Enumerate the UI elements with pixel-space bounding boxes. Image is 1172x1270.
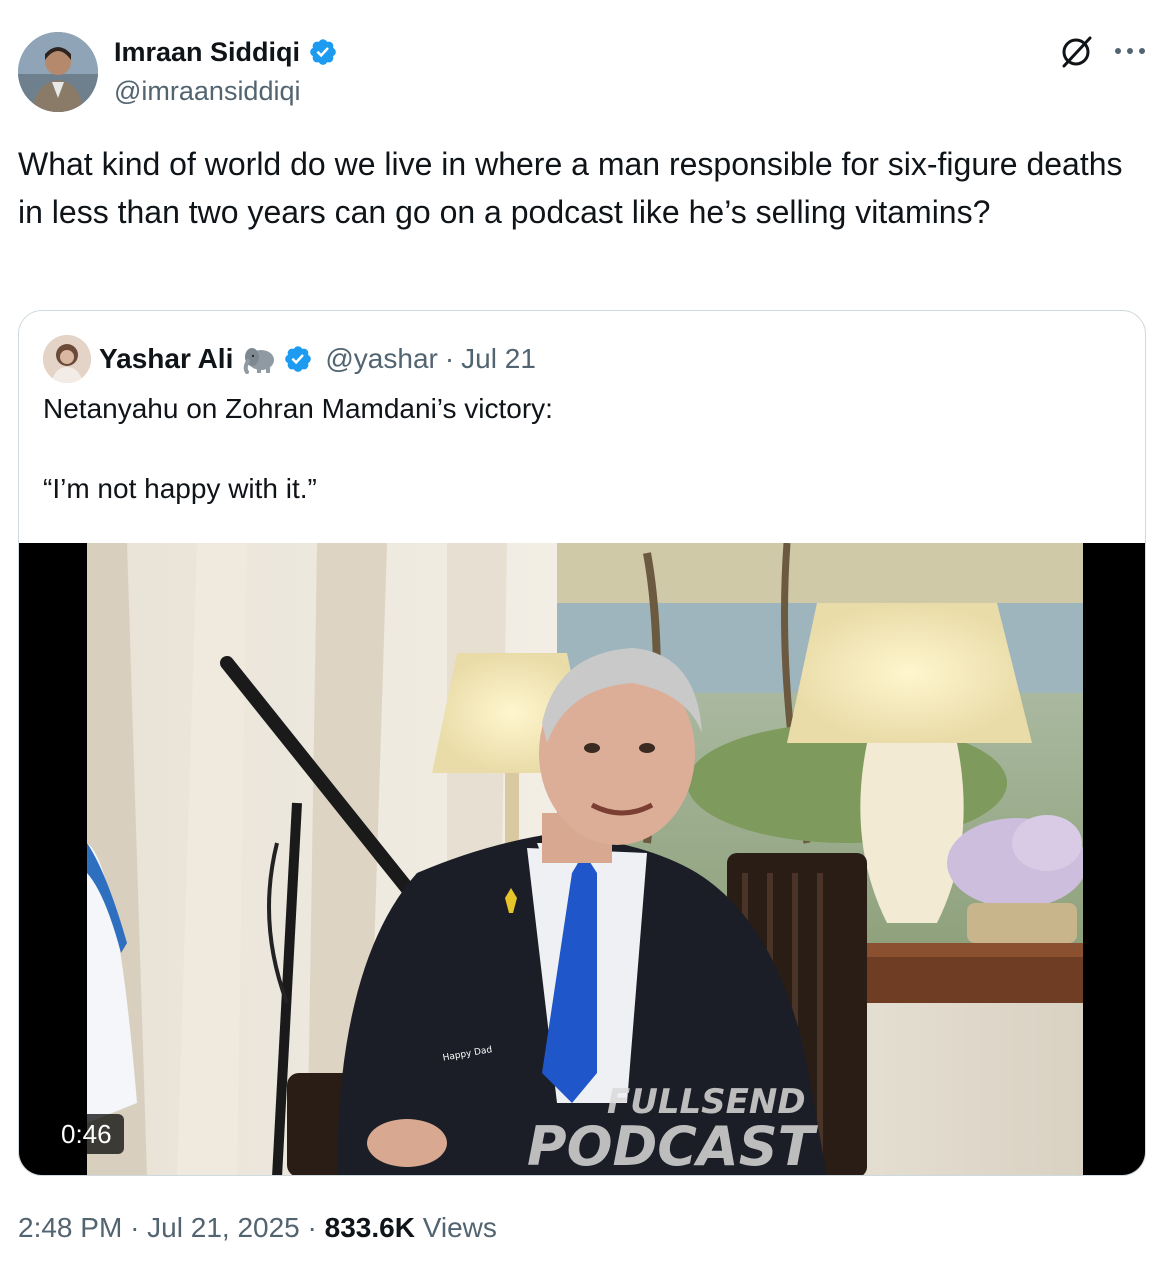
video-frame[interactable]: FULLSEND PODCAST Happy Dad [87, 543, 1083, 1176]
quoted-header: Yashar Ali @yashar · Jul 21 [99, 339, 536, 379]
quoted-handle[interactable]: @yashar [325, 343, 437, 375]
video-duration-badge: 0:46 [49, 1114, 124, 1154]
quoted-text-line1: Netanyahu on Zohran Mamdani’s victory: [43, 393, 553, 424]
tweet-date[interactable]: Jul 21, 2025 [147, 1212, 300, 1243]
meta-separator: · [307, 1212, 317, 1243]
quoted-author-avatar[interactable] [43, 335, 91, 383]
tweet: Imraan Siddiqi @imraansiddiqi What kind … [0, 0, 1172, 1270]
meta-separator: · [130, 1212, 140, 1243]
views-count[interactable]: 833.6K [325, 1212, 415, 1243]
tweet-meta: 2:48 PM · Jul 21, 2025 · 833.6K Views [18, 1212, 497, 1244]
quoted-display-name[interactable]: Yashar Ali [99, 343, 233, 375]
video-watermark-line2: PODCAST [527, 1115, 819, 1176]
quoted-text-line2: “I’m not happy with it.” [43, 473, 317, 504]
grok-icon[interactable] [1058, 34, 1094, 70]
video-player[interactable]: FULLSEND PODCAST Happy Dad 0:46 [19, 543, 1145, 1176]
author-avatar[interactable] [18, 32, 98, 112]
quoted-date[interactable]: Jul 21 [461, 343, 536, 375]
author-name-row: Imraan Siddiqi [114, 34, 338, 70]
more-icon[interactable] [1110, 36, 1150, 66]
views-label: Views [422, 1212, 497, 1243]
author-handle[interactable]: @imraansiddiqi [114, 76, 300, 107]
verified-badge-icon [310, 39, 336, 65]
verified-badge-icon [285, 346, 312, 372]
elephant-icon [244, 348, 275, 374]
author-display-name[interactable]: Imraan Siddiqi [114, 37, 300, 68]
tweet-time[interactable]: 2:48 PM [18, 1212, 122, 1243]
tweet-text: What kind of world do we live in where a… [18, 146, 1123, 230]
quoted-tweet[interactable]: Yashar Ali @yashar · Jul 21 Netanyahu on… [18, 310, 1146, 1176]
quoted-separator: · [444, 343, 455, 374]
